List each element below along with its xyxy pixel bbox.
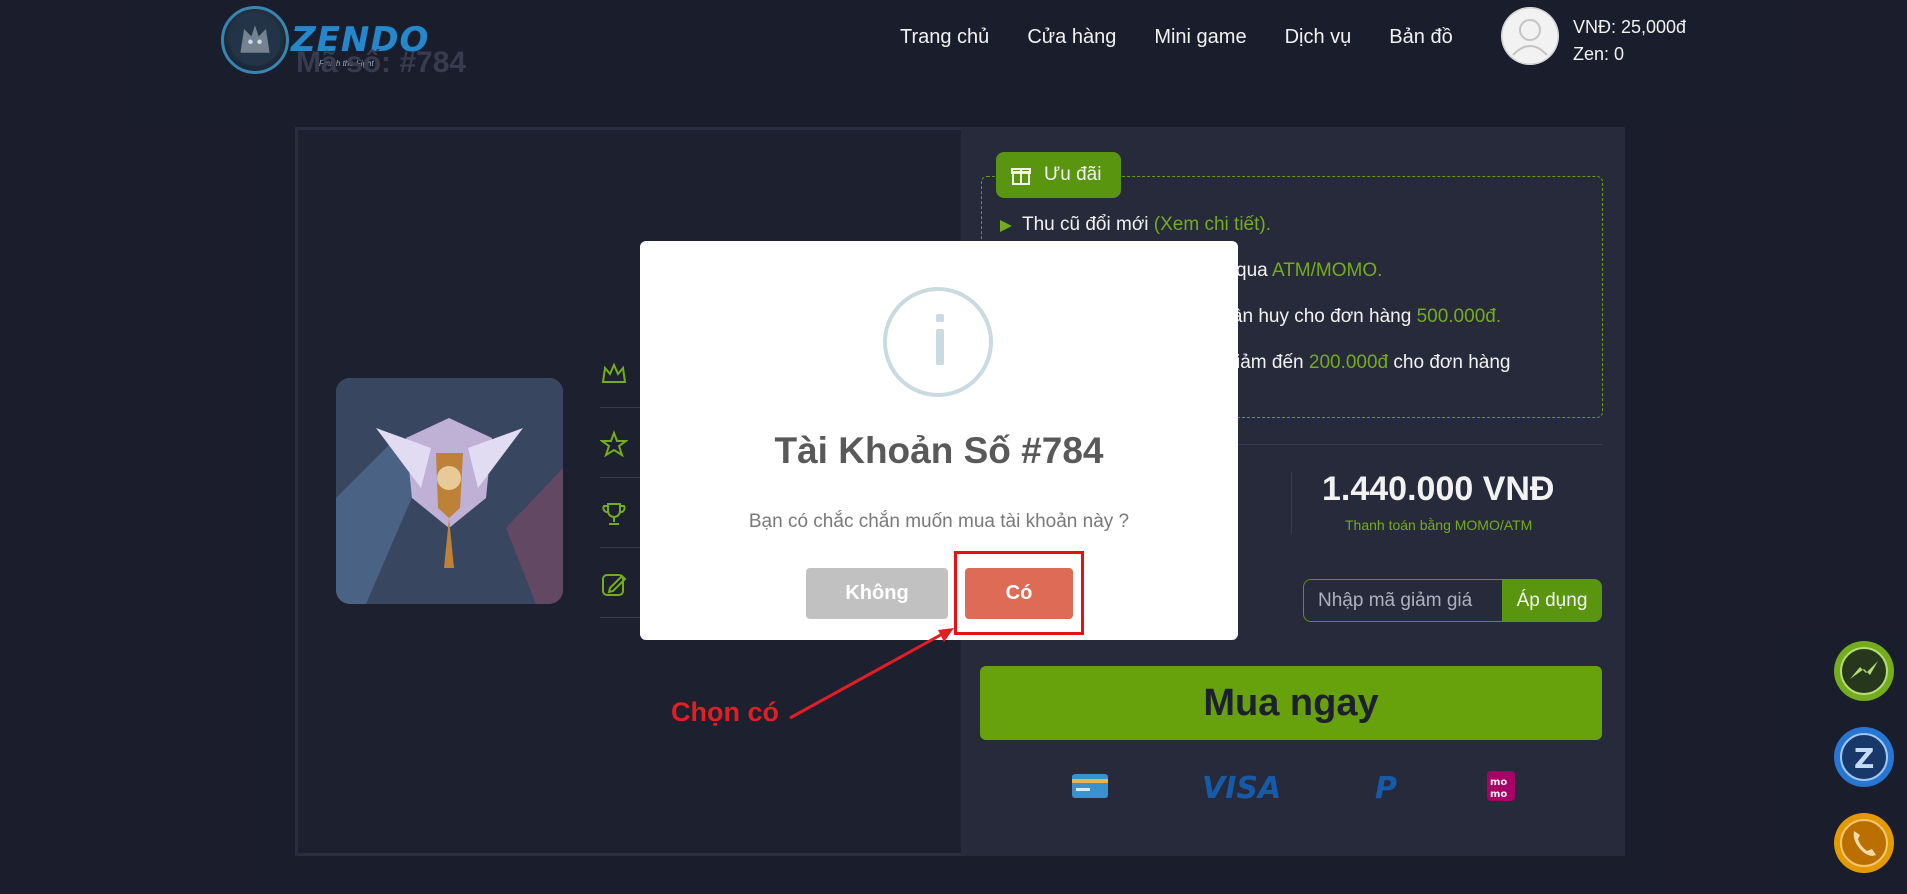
- confirm-highlight-box: [954, 551, 1084, 635]
- dialog-title: Tài Khoản Số #784: [774, 430, 1104, 471]
- cancel-button[interactable]: Không: [806, 568, 948, 619]
- info-icon: [883, 287, 993, 397]
- confirm-purchase-dialog: Tài Khoản Số #784 Bạn có chắc chắn muốn …: [640, 241, 1238, 640]
- annotation-label: Chọn có: [671, 697, 779, 727]
- dialog-message: Bạn có chắc chắn muốn mua tài khoản này …: [748, 511, 1130, 532]
- annotation-arrow-icon: [789, 628, 954, 720]
